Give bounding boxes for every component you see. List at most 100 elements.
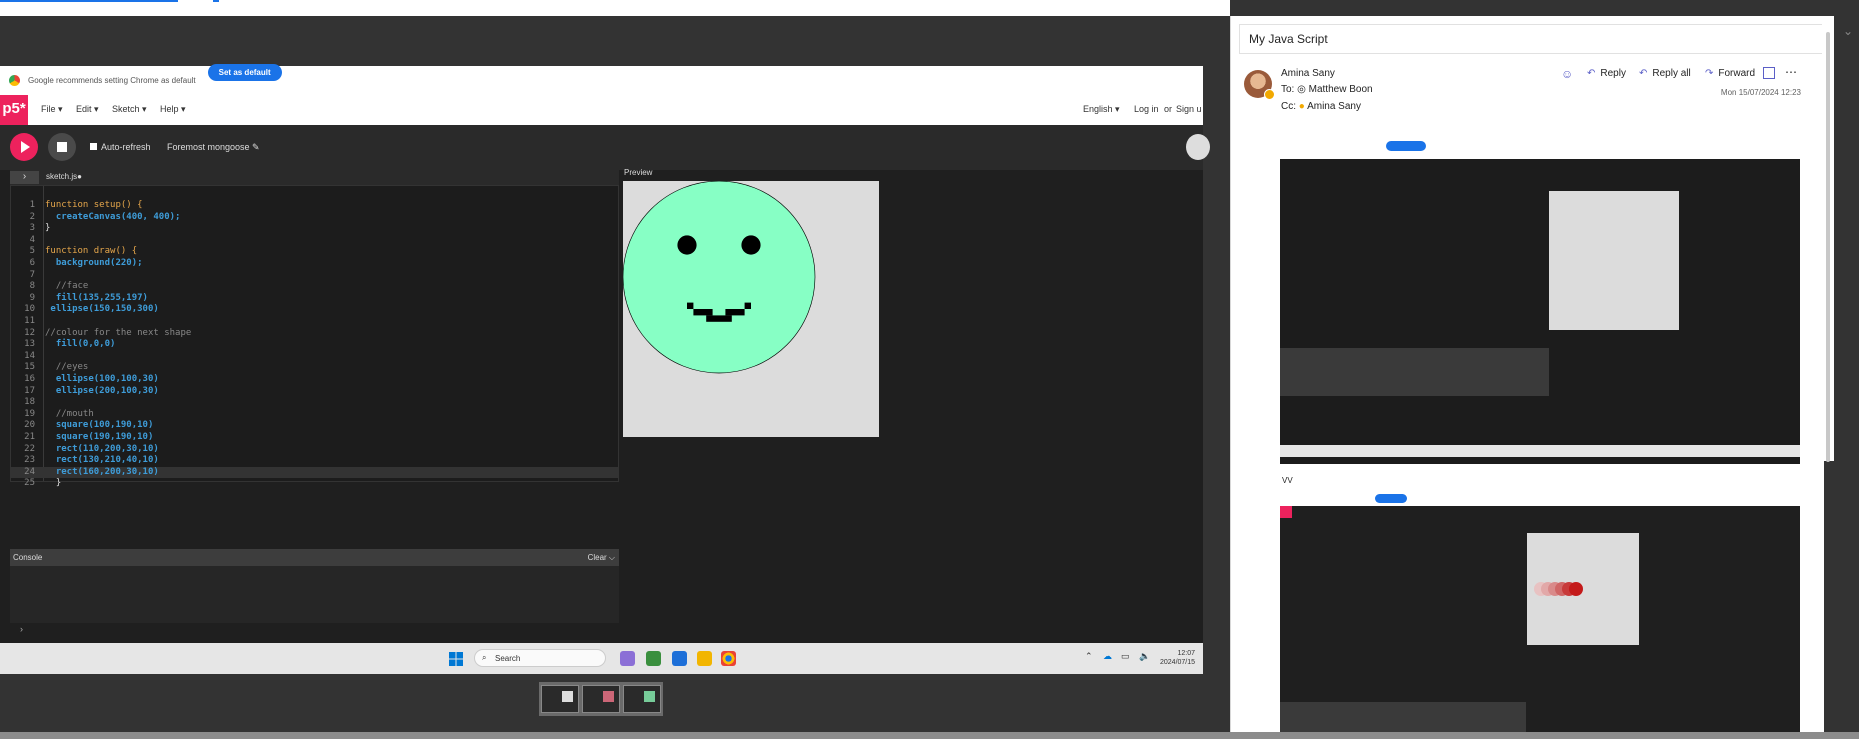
reply-all-button[interactable]: ↶ Reply all [1639,68,1691,79]
presence-status-icon [1264,89,1275,100]
code-line[interactable]: 17 ellipse(200,100,30) [11,386,618,398]
copilot-icon[interactable] [620,651,635,666]
code-line[interactable]: 7 [11,270,618,282]
to-label: To: [1281,84,1295,95]
mini-p5-logo [1280,506,1292,518]
left-eye [677,235,697,255]
cc-recipient[interactable]: Amina Sany [1307,101,1361,112]
email-attachment-image-2[interactable] [1280,492,1800,732]
login-link[interactable]: Log in [1134,104,1159,114]
code-line[interactable]: 25 } [11,478,618,490]
code-text: fill(135,255,197) [45,292,148,303]
code-line[interactable]: 23 rect(130,210,40,10) [11,455,618,467]
file-explorer-icon[interactable] [697,651,712,666]
code-line[interactable]: 19 //mouth [11,409,618,421]
line-number: 22 [24,443,35,454]
line-number: 19 [24,408,35,419]
chrome-taskbar-icon[interactable] [721,651,736,666]
p5-logo[interactable]: p5* [0,95,28,125]
code-line[interactable]: 2 createCanvas(400, 400); [11,212,618,224]
code-line[interactable]: 9 fill(135,255,197) [11,293,618,305]
thumbnail-1[interactable] [541,685,579,713]
sender-name[interactable]: Amina Sany [1281,68,1335,79]
clock-date: 2024/07/15 [1160,659,1196,666]
console-label: Console [13,553,43,562]
sidebar-toggle-chevron-icon[interactable]: › [10,171,39,184]
code-line[interactable]: 11 [11,316,618,328]
code-line[interactable]: 20 square(100,190,10) [11,420,618,432]
volume-icon[interactable]: 🔈 [1139,651,1150,662]
pane-scrollbar-thumb[interactable] [1826,32,1830,462]
taskbar-search[interactable]: ⌕ Search [474,649,606,667]
top-accent-line [0,0,178,2]
expand-chevron-icon[interactable]: ⌄ [1843,24,1853,38]
store-icon[interactable] [672,651,687,666]
code-text: background(220); [45,258,143,268]
email-attachment-image-1[interactable] [1280,119,1800,474]
reply-button[interactable]: ↶ Reply [1587,68,1626,79]
code-line[interactable]: 22 rect(110,200,30,10) [11,444,618,456]
to-recipient[interactable]: Matthew Boon [1309,84,1373,95]
code-line[interactable]: 6 background(220); [11,258,618,270]
code-line[interactable]: 1 function setup() { [11,200,618,212]
line-number: 20 [24,420,35,431]
windows-start-icon[interactable] [449,652,463,666]
code-text: rect(110,200,30,10) [45,443,159,454]
menu-file[interactable]: File ▾ [41,104,63,115]
code-line[interactable]: 18 [11,397,618,409]
body-text: VV [1282,476,1293,485]
onedrive-icon[interactable]: ☁ [1103,651,1112,662]
line-number: 8 [29,281,35,292]
code-line[interactable]: 13 fill(0,0,0) [11,339,618,351]
auto-refresh-checkbox[interactable] [90,143,97,150]
line-number: 13 [24,339,35,350]
set-default-button[interactable]: Set as default [207,63,282,81]
code-text: fill(0,0,0) [45,339,116,350]
menu-edit[interactable]: Edit ▾ [76,104,99,115]
tray-chevron-icon[interactable]: ⌃ [1085,651,1093,662]
line-number: 9 [29,292,35,303]
line-number: 25 [24,478,35,489]
line-number: 7 [29,269,35,280]
code-text: //face [45,281,89,292]
settings-gear-icon[interactable] [1186,134,1210,160]
taskbar-clock[interactable]: 12:07 2024/07/15 [1160,649,1195,667]
code-line[interactable]: 15 //eyes [11,362,618,374]
code-editor[interactable]: 1 function setup() {2 createCanvas(400, 4… [10,185,619,488]
mini-preview [1549,191,1679,330]
code-line[interactable]: 3} [11,223,618,235]
thumbnail-2[interactable] [582,685,620,713]
menu-help[interactable]: Help ▾ [160,104,186,115]
sketch-name[interactable]: Foremost mongoose ✎ [167,142,260,153]
language-select[interactable]: English ▾ [1083,104,1120,115]
clock-time: 12:07 [1177,650,1196,657]
apps-grid-icon[interactable] [1763,67,1775,79]
forward-button[interactable]: ↷ Forward [1705,68,1755,79]
code-line[interactable]: 4 [11,235,618,247]
mouth-rect-1 [693,309,713,316]
file-tab[interactable]: sketch.js● [46,172,82,181]
edge-icon[interactable] [646,651,661,666]
code-line[interactable]: 5 function draw() { [11,246,618,258]
preview-label: Preview [624,168,653,177]
code-line[interactable]: 24 rect(160,200,30,10) [11,466,618,479]
code-line[interactable]: 12 //colour for the next shape [11,328,618,340]
code-line[interactable]: 16 ellipse(100,100,30) [11,374,618,386]
mini-preview-2 [1527,533,1639,645]
code-line[interactable]: 10 ellipse(150,150,300) [11,304,618,316]
menu-sketch[interactable]: Sketch ▾ [112,104,147,115]
code-line[interactable]: 14 [11,351,618,363]
network-icon[interactable]: ▭ [1121,651,1130,662]
emoji-reaction-icon[interactable]: ☺ [1561,67,1573,81]
play-button[interactable] [10,133,38,161]
more-options-icon[interactable]: ⋯ [1785,65,1797,79]
email-date: Mon 15/07/2024 12:23 [1720,88,1801,97]
signup-link[interactable]: Sign u [1176,104,1202,114]
code-line[interactable]: 21 square(190,190,10) [11,432,618,444]
code-text: } [45,223,51,234]
console-clear-button[interactable]: Clear ⌵ [588,553,615,563]
console-prompt[interactable]: › [20,624,23,634]
code-line[interactable]: 8 //face [11,281,618,293]
thumbnail-3[interactable] [623,685,661,713]
stop-button[interactable] [48,133,76,161]
